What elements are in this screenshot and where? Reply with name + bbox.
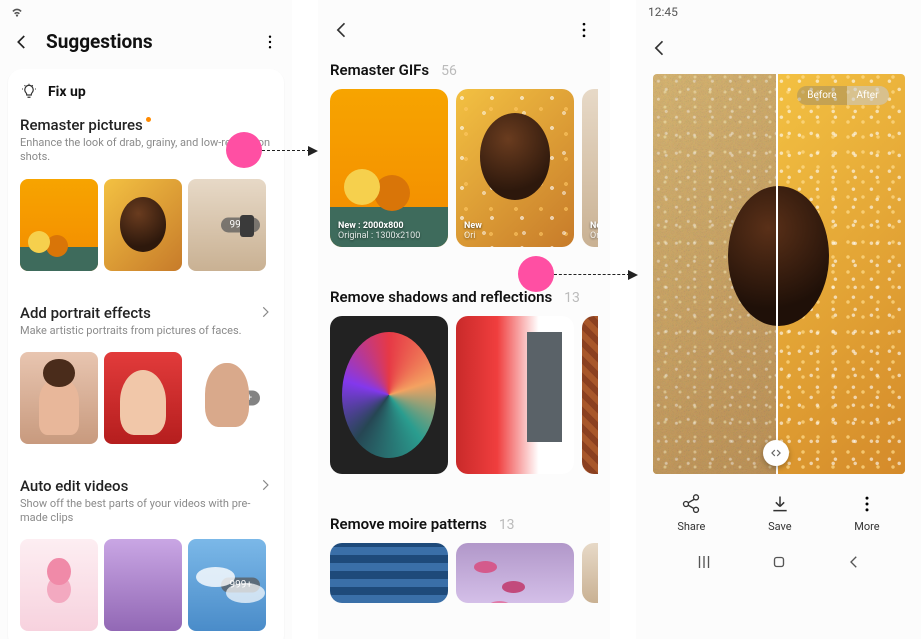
media-card[interactable] <box>456 543 574 603</box>
thumbnail[interactable] <box>104 179 182 271</box>
media-card[interactable]: Ne Or <box>582 89 598 247</box>
more-vertical-icon <box>857 494 877 514</box>
portrait-effects-section[interactable]: Add portrait effects Make artistic portr… <box>20 297 272 444</box>
before-after-toggle[interactable]: Before After <box>797 86 888 105</box>
thumbnail[interactable]: 999+ <box>188 539 266 631</box>
media-card[interactable]: New : 2000x800 Original : 1300x2100 <box>330 89 448 247</box>
action-label: More <box>854 520 879 533</box>
card-title: Fix up <box>48 84 86 100</box>
comparison-slider-handle[interactable] <box>763 440 789 466</box>
action-label: Share <box>677 520 705 533</box>
moire-section: Remove moire patterns 13 <box>318 506 610 611</box>
thumbnail[interactable] <box>20 539 98 631</box>
section-title: Remove shadows and reflections <box>330 288 552 306</box>
section-subtitle: Make artistic portraits from pictures of… <box>20 324 272 338</box>
action-label: Save <box>768 520 792 533</box>
recents-nav-button[interactable] <box>695 553 713 575</box>
overflow-badge: 999+ <box>221 390 260 405</box>
back-button[interactable] <box>650 38 672 60</box>
resolution-new: New : 2000x800 <box>338 221 442 231</box>
share-icon <box>681 494 701 514</box>
back-button[interactable] <box>332 20 354 42</box>
annotation-arrow-1 <box>262 150 310 151</box>
page-header: Suggestions <box>0 24 292 59</box>
status-bar: 12:45 <box>636 0 921 24</box>
screen-suggestions: Suggestions Fix up Remaster pictures Enh… <box>0 0 292 639</box>
more-options-button[interactable] <box>260 32 280 52</box>
resolution-original: Original : 1300x2100 <box>338 231 442 241</box>
resolution-new: New <box>464 221 568 231</box>
overflow-badge: 999+ <box>221 217 260 232</box>
media-card[interactable] <box>456 316 574 474</box>
comparison-image[interactable]: Before After <box>653 74 905 474</box>
back-nav-button[interactable] <box>845 553 863 575</box>
thumbnail[interactable] <box>104 539 182 631</box>
status-time: 12:45 <box>648 5 678 19</box>
thumbnail[interactable] <box>20 352 98 444</box>
section-count: 56 <box>441 63 457 79</box>
section-title: Remove moire patterns <box>330 515 487 533</box>
resolution-original: Or <box>590 231 598 241</box>
resolution-original: Ori <box>464 231 568 241</box>
section-title: Remaster GIFs <box>330 61 429 79</box>
thumbnail[interactable] <box>104 352 182 444</box>
section-title: Auto edit videos <box>20 477 128 495</box>
remaster-gifs-section: Remaster GIFs 56 New : 2000x800 Original… <box>318 52 610 255</box>
section-count: 13 <box>499 517 515 533</box>
after-label[interactable]: After <box>847 86 889 105</box>
shadows-section: Remove shadows and reflections 13 <box>318 279 610 482</box>
remaster-pictures-section[interactable]: Remaster pictures Enhance the look of dr… <box>20 109 272 271</box>
annotation-tap-2 <box>518 256 554 292</box>
media-card[interactable] <box>582 316 598 474</box>
thumbnail[interactable]: 999+ <box>188 179 266 271</box>
page-title: Suggestions <box>46 30 153 53</box>
chevrons-horizontal-icon <box>769 446 783 460</box>
chevron-right-icon <box>258 305 272 319</box>
wifi-icon <box>10 5 24 19</box>
more-button[interactable]: More <box>854 494 879 533</box>
auto-edit-section[interactable]: Auto edit videos Show off the best parts… <box>20 470 272 632</box>
section-count: 13 <box>564 290 580 306</box>
media-card[interactable]: New Ori <box>456 89 574 247</box>
download-icon <box>770 494 790 514</box>
page-header <box>318 0 610 52</box>
new-indicator-dot <box>146 117 151 122</box>
media-card[interactable] <box>582 543 598 603</box>
section-subtitle: Show off the best parts of your videos w… <box>20 497 272 526</box>
thumbnail[interactable]: 999+ <box>188 352 266 444</box>
screen-remaster-list: Remaster GIFs 56 New : 2000x800 Original… <box>318 0 610 639</box>
image-subject <box>728 186 829 326</box>
save-button[interactable]: Save <box>768 494 792 533</box>
idea-icon <box>20 83 38 101</box>
resolution-new: Ne <box>590 221 598 231</box>
annotation-tap-1 <box>226 132 262 168</box>
comparison-divider <box>776 74 778 474</box>
before-label[interactable]: Before <box>797 86 846 105</box>
annotation-arrow-2 <box>554 274 630 275</box>
navigation-bar <box>636 543 921 585</box>
screen-before-after: 12:45 Before After Share Save Mor <box>636 0 921 639</box>
thumbnail[interactable] <box>20 179 98 271</box>
section-title: Remaster pictures <box>20 116 143 134</box>
media-card[interactable] <box>330 543 448 603</box>
section-title: Add portrait effects <box>20 304 151 322</box>
home-nav-button[interactable] <box>770 553 788 575</box>
chevron-right-icon <box>258 478 272 492</box>
share-button[interactable]: Share <box>677 494 705 533</box>
more-options-button[interactable] <box>574 20 596 42</box>
overflow-badge: 999+ <box>221 578 260 593</box>
status-bar <box>0 0 292 24</box>
back-button[interactable] <box>12 32 32 52</box>
action-bar: Share Save More <box>636 474 921 543</box>
media-card[interactable] <box>330 316 448 474</box>
